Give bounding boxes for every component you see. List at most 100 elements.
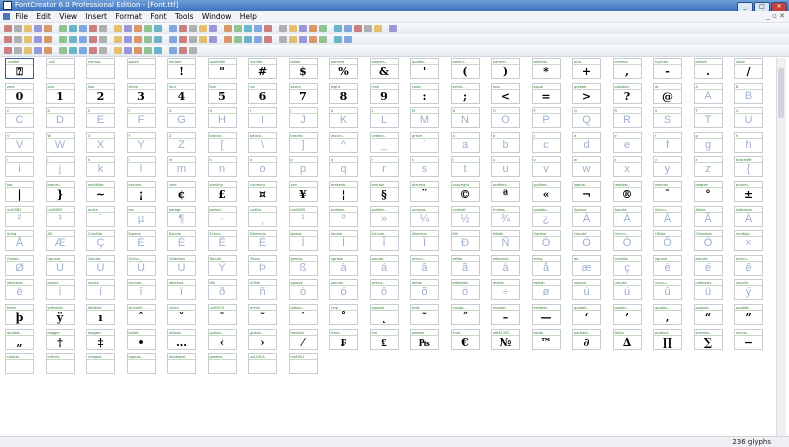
- glyph-cell[interactable]: atilde ã: [450, 254, 480, 276]
- glyph-cell[interactable]: DD: [45, 107, 75, 129]
- glyph-cell[interactable]: WW: [45, 131, 75, 153]
- menu-view[interactable]: View: [59, 11, 77, 22]
- toolbar-button-icon[interactable]: [34, 36, 42, 43]
- glyph-cell[interactable]: afii61352 №: [491, 328, 520, 350]
- glyph-cell[interactable]: FF: [126, 107, 156, 129]
- glyph-cell[interactable]: ucircu.. û: [653, 279, 682, 301]
- toolbar-button-icon[interactable]: [244, 36, 252, 43]
- toolbar-button-icon[interactable]: [79, 47, 87, 54]
- glyph-cell[interactable]: BB: [734, 82, 763, 104]
- glyph-cell[interactable]: dotacc.. ˙: [288, 304, 318, 325]
- glyph-cell[interactable]: ecircu.. ê: [734, 254, 763, 276]
- toolbar-button-icon[interactable]: [254, 25, 262, 32]
- glyph-cell[interactable]: Iacute Í: [329, 230, 358, 252]
- glyph-cell[interactable]: otilde õ: [410, 279, 439, 301]
- glyph-cell[interactable]: NN: [450, 107, 480, 129]
- toolbar-button-icon[interactable]: [114, 25, 122, 32]
- glyph-cell[interactable]: degree °: [693, 181, 723, 202]
- menu-file[interactable]: File: [15, 11, 28, 22]
- glyph-cell[interactable]: germa.. ß: [288, 254, 318, 276]
- glyph-cell[interactable]: unders.. _: [369, 131, 399, 153]
- toolbar-button-icon[interactable]: [99, 25, 107, 32]
- toolbar-button-icon[interactable]: [34, 47, 42, 54]
- glyph-cell[interactable]: colon:: [410, 82, 439, 104]
- glyph-cell[interactable]: quotell.. ‘: [572, 304, 601, 325]
- glyph-cell[interactable]: exclam!: [167, 58, 196, 79]
- toolbar-button-icon[interactable]: [24, 36, 32, 43]
- glyph-cell[interactable]: dagger.. ‡: [86, 328, 115, 350]
- glyph-cell[interactable]: quotes.. ‚: [653, 304, 682, 325]
- glyph-cell[interactable]: dagger †: [45, 328, 75, 350]
- glyph-cell[interactable]: Eacute É: [167, 230, 196, 252]
- glyph-cell[interactable]: Udieresis Ü: [167, 254, 196, 276]
- toolbar-button-icon[interactable]: [169, 36, 177, 43]
- glyph-cell[interactable]: nine 9: [369, 82, 399, 104]
- glyph-cell[interactable]: uni00B2 ²: [5, 205, 34, 227]
- glyph-cell[interactable]: vv: [531, 156, 561, 178]
- glyph-cell[interactable]: Acircu.. Â: [653, 205, 682, 227]
- menu-edit[interactable]: Edit: [36, 11, 51, 22]
- toolbar-button-icon[interactable]: [279, 36, 287, 43]
- glyph-cell[interactable]: GG: [167, 107, 196, 129]
- toolbar-button-icon[interactable]: [89, 36, 97, 43]
- glyph-cell[interactable]: zz: [693, 156, 723, 178]
- toolbar-button-icon[interactable]: [299, 25, 307, 32]
- glyph-cell[interactable]: SS: [653, 107, 682, 129]
- glyph-cell[interactable]: .null: [45, 58, 75, 79]
- glyph-cell[interactable]: cent ¢: [167, 181, 196, 202]
- toolbar-button-icon[interactable]: [14, 47, 22, 54]
- glyph-cell[interactable]: Adieresis Ä: [734, 205, 763, 227]
- glyph-cell[interactable]: quoted.. “: [693, 304, 723, 325]
- glyph-cell[interactable]: uni00B9 ¹: [288, 205, 318, 227]
- glyph-cell[interactable]: bullet •: [126, 328, 156, 350]
- glyph-cell[interactable]: edieresis ë: [5, 279, 34, 301]
- glyph-cell[interactable]: guilsin.. ›: [248, 328, 277, 350]
- toolbar-button-icon[interactable]: [144, 47, 152, 54]
- glyph-cell[interactable]: register.. ®: [612, 181, 642, 202]
- toolbar-button-icon[interactable]: [334, 36, 342, 43]
- glyph-cell[interactable]: tt: [450, 156, 480, 178]
- toolbar-button-icon[interactable]: [79, 25, 87, 32]
- glyph-cell[interactable]: Icircum.. Î: [369, 230, 399, 252]
- glyph-cell[interactable]: odieresis ö: [450, 279, 480, 301]
- toolbar-button-icon[interactable]: [309, 25, 317, 32]
- glyph-cell[interactable]: Egrave È: [126, 230, 156, 252]
- glyph-cell[interactable]: dotlessi ı: [86, 304, 115, 325]
- glyph-cell[interactable]: exclam.. ¡: [126, 181, 156, 202]
- glyph-cell[interactable]: idieresis ï: [167, 279, 196, 301]
- glyph-cell[interactable]: nn: [207, 156, 237, 178]
- toolbar-button-icon[interactable]: [344, 36, 352, 43]
- glyph-cell[interactable]: igrave ì: [45, 279, 75, 301]
- glyph-cell[interactable]: ellipsis…: [167, 328, 196, 350]
- glyph-cell[interactable]: period.. ·: [207, 205, 237, 227]
- glyph-cell[interactable]: Otilde Õ: [653, 230, 682, 252]
- toolbar-button-icon[interactable]: [264, 25, 272, 32]
- glyph-cell[interactable]: ograve ò: [288, 279, 318, 301]
- toolbar-button-icon[interactable]: [69, 47, 77, 54]
- glyph-cell[interactable]: lira ₤: [369, 328, 399, 350]
- glyph-cell[interactable]: Ugrave Ù: [45, 254, 75, 276]
- glyph-cell[interactable]: Igrave Ì: [288, 230, 318, 252]
- glyph-cell[interactable]: dieresis ¨: [410, 181, 439, 202]
- menu-help[interactable]: Help: [240, 11, 257, 22]
- glyph-cell[interactable]: jj: [45, 156, 75, 178]
- glyph-cell[interactable]: .notdef ⍰: [5, 58, 34, 79]
- glyph-cell[interactable]: plusmi.. ±: [734, 181, 763, 202]
- mdi-controls[interactable]: _ ▫ ✕: [766, 11, 785, 22]
- glyph-cell[interactable]: Edieresis Ë: [248, 230, 277, 252]
- glyph-cell[interactable]: Ntilde Ñ: [491, 230, 520, 252]
- glyph-cell[interactable]: LL: [369, 107, 399, 129]
- glyph-cell[interactable]: aacute á: [369, 254, 399, 276]
- glyph-cell[interactable]: CC: [5, 107, 34, 129]
- glyph-cell[interactable]: eight 8: [329, 82, 358, 104]
- toolbar-button-icon[interactable]: [4, 25, 12, 32]
- menu-insert[interactable]: Insert: [85, 11, 107, 22]
- menu-tools[interactable]: Tools: [175, 11, 193, 22]
- toolbar-button-icon[interactable]: [79, 36, 87, 43]
- glyph-cell[interactable]: egrave è: [653, 254, 682, 276]
- glyph-cell[interactable]: approx..: [126, 353, 156, 375]
- glyph-cell[interactable]: one 1: [45, 82, 75, 104]
- glyph-cell[interactable]: comma,: [612, 58, 642, 79]
- glyph-cell[interactable]: brokenb.. ¦: [329, 181, 358, 202]
- glyph-cell[interactable]: ae æ: [572, 254, 601, 276]
